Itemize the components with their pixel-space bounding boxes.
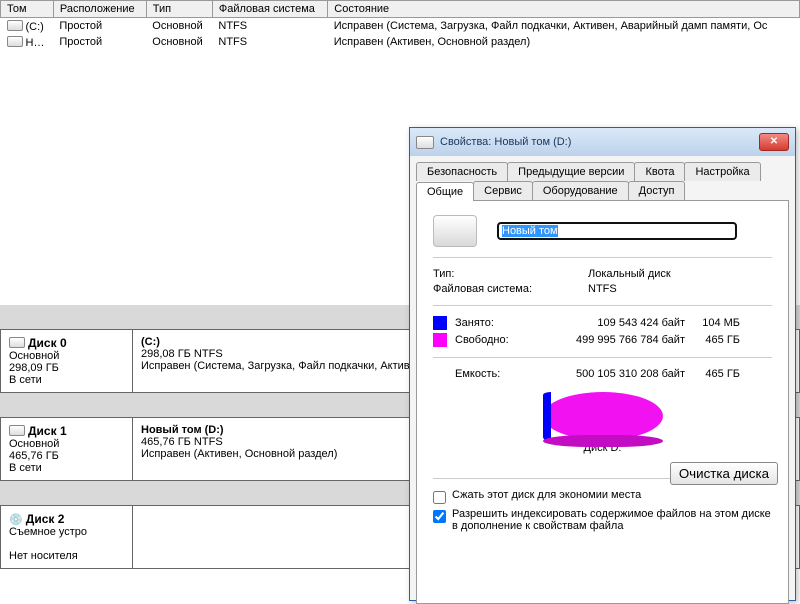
used-swatch [433, 316, 447, 330]
tab-sharing[interactable]: Доступ [628, 181, 686, 200]
tab-previous-versions[interactable]: Предыдущие версии [507, 162, 635, 181]
tab-quota[interactable]: Квота [634, 162, 685, 181]
col-type[interactable]: Тип [146, 1, 212, 18]
drive-icon [416, 136, 434, 149]
drive-large-icon [433, 215, 477, 247]
compress-checkbox[interactable] [433, 491, 446, 504]
fs-value: NTFS [588, 283, 617, 295]
capacity-bytes: 500 105 310 208 байт [535, 368, 685, 380]
tab-row-top: Безопасность Предыдущие версии Квота Нас… [410, 156, 795, 181]
disk-header-0[interactable]: Диск 0 Основной 298,09 ГБ В сети [1, 330, 133, 393]
capacity-unit: 465 ГБ [685, 368, 740, 380]
free-unit: 465 ГБ [685, 334, 740, 346]
vol-name: (C:) [26, 21, 44, 33]
dialog-title: Свойства: Новый том (D:) [440, 136, 571, 148]
tab-row-bottom: Общие Сервис Оборудование Доступ [410, 181, 795, 200]
tab-panel-general: Тип:Локальный диск Файловая система:NTFS… [416, 200, 789, 604]
tab-hardware[interactable]: Оборудование [532, 181, 629, 200]
tab-customize[interactable]: Настройка [684, 162, 760, 181]
col-fs[interactable]: Файловая система [212, 1, 327, 18]
disk-cleanup-button[interactable]: Очистка диска [670, 462, 778, 485]
volume-name-input[interactable] [497, 222, 737, 240]
tab-security[interactable]: Безопасность [416, 162, 508, 181]
index-checkbox[interactable] [433, 510, 446, 523]
vol-name: Н… [26, 37, 45, 49]
properties-dialog: Свойства: Новый том (D:) ✕ Безопасность … [409, 127, 796, 601]
capacity-label: Емкость: [455, 368, 535, 380]
used-label: Занято: [455, 317, 535, 329]
close-button[interactable]: ✕ [759, 133, 789, 151]
volume-row[interactable]: Н… Простой Основной NTFS Исправен (Актив… [1, 34, 800, 50]
col-layout[interactable]: Расположение [53, 1, 146, 18]
volume-header-row: Том Расположение Тип Файловая система Со… [1, 1, 800, 18]
col-status[interactable]: Состояние [328, 1, 800, 18]
tab-tools[interactable]: Сервис [473, 181, 533, 200]
index-checkbox-row[interactable]: Разрешить индексировать содержимое файло… [433, 508, 772, 532]
fs-label: Файловая система: [433, 283, 588, 295]
type-value: Локальный диск [588, 268, 671, 280]
disk-header-1[interactable]: Диск 1 Основной 465,76 ГБ В сети [1, 418, 133, 481]
used-unit: 104 МБ [685, 317, 740, 329]
free-label: Свободно: [455, 334, 535, 346]
tab-general[interactable]: Общие [416, 182, 474, 201]
volume-row[interactable]: (C:) Простой Основной NTFS Исправен (Сис… [1, 18, 800, 35]
index-label: Разрешить индексировать содержимое файло… [452, 508, 772, 532]
disc-icon: 💿 [9, 514, 23, 526]
compress-checkbox-row[interactable]: Сжать этот диск для экономии места [433, 489, 772, 504]
type-label: Тип: [433, 268, 588, 280]
usage-pie-chart [543, 392, 663, 440]
used-bytes: 109 543 424 байт [535, 317, 685, 329]
disk-header-2[interactable]: 💿 Диск 2 Съемное устро Нет носителя [1, 506, 133, 569]
drive-icon [7, 20, 23, 31]
disk-icon [9, 337, 25, 348]
col-vol[interactable]: Том [1, 1, 54, 18]
volume-table: Том Расположение Тип Файловая система Со… [0, 0, 800, 50]
titlebar[interactable]: Свойства: Новый том (D:) ✕ [410, 128, 795, 156]
drive-icon [7, 36, 23, 47]
free-swatch [433, 333, 447, 347]
free-bytes: 499 995 766 784 байт [535, 334, 685, 346]
disk-icon [9, 425, 25, 436]
compress-label: Сжать этот диск для экономии места [452, 489, 641, 501]
